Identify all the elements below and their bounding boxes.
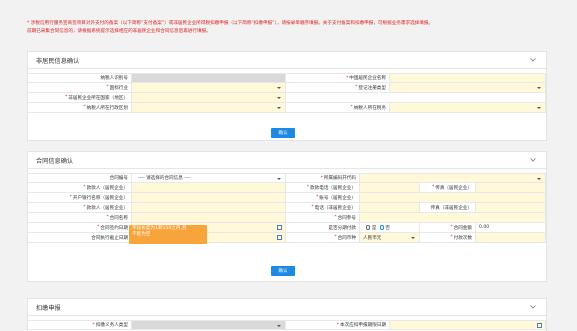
empty-field [390,93,546,102]
form-row: 纳税人识别号 * 中国居民企业名称 [28,73,546,83]
form-row: 合同编号 ---- 请选择的合同信息 ---- * 所属编码开代码 [28,173,546,183]
contract-name-field[interactable] [132,213,286,222]
account-field[interactable] [360,193,546,202]
nonresident-form: 纳税人识别号 * 中国居民企业名称 * 国标行业 * 登记注册类型 * 非居民企业所在国… [28,73,546,113]
fax-field[interactable] [476,183,546,192]
agent-type-label: * 扣缴义务人类型 [28,321,132,329]
payer-label: * 款款人（居民企业） [28,203,132,212]
tax-office-select[interactable] [390,103,546,112]
panel-header[interactable]: 扣缴申报 [28,299,546,316]
due-date-field[interactable] [390,321,546,329]
payer-fax-label: 传真（非居民企业） [420,203,476,212]
due-date-label: * 本次应扣申报期限日期 [286,321,390,329]
form-row: * 款款人（居民企业） * 电话（非居民企业） 传真（非居民企业） [28,203,546,213]
agent-type-select[interactable] [132,321,286,329]
form-row: * 合同名称 * 合同参号 [28,213,546,223]
withholding-form: * 扣缴义务人类型 * 本次应扣申报期限日期 [28,320,546,330]
withholding-panel: 扣缴申报 * 扣缴义务人类型 * 本次应扣申报期限日期 [27,298,547,331]
bank-field[interactable] [132,193,286,202]
payer-phone-label: * 电话（非居民企业） [286,203,360,212]
payee-label: * 款款人（居民企业） [28,183,132,192]
notice-line-2: 前期已采集合同信息的，请根据系统提示选择相应的非居民企业和合同信息后再进行填报。 [27,29,211,34]
confirm-button-2[interactable]: 确认 [271,266,295,276]
notice-line-1: * 涉税信用行服务宣商签项目对外支付的备案（以下简称“支付备案”）或非居民企业所… [27,21,434,26]
bank-label: * 开户银行名称（居民企业） [28,193,132,202]
fax-label: * 传真（居民企业） [420,183,476,192]
panel-title: 非居民信息确认 [36,57,80,65]
pay-times-field[interactable] [476,233,546,242]
admin-region-select[interactable] [132,103,286,112]
contract-ref-label: * 合同参号 [286,213,360,222]
payer-fax-field[interactable] [476,203,546,212]
taxpayer-id-label: 纳税人识别号 [28,74,132,82]
calendar-icon[interactable] [277,235,282,240]
contract-no-label: 合同编号 [28,174,132,182]
payee-field[interactable] [132,183,286,192]
currency-select[interactable]: 人民币元 [360,233,420,242]
installment-radio-group: 是 否 [360,223,420,232]
account-label: * 账号（居民企业） [286,193,360,202]
installment-label: 是否分期付款 [286,223,360,232]
panel-title: 扣缴申报 [36,304,61,312]
radio-yes-label: 是 [371,225,377,231]
form-row: * 款款人（居民企业） * 款款电话（居民企业） * 传真（居民企业） [28,183,546,193]
biz-code-label: * 所属编码开代码 [286,174,360,182]
contract-name-label: * 合同名称 [28,213,132,222]
panel-header[interactable]: 合同信息确认 [28,152,546,169]
contract-info-panel: 合同信息确认 合同编号 ---- 请选择的合同信息 ---- * 所属编码开代码 … [27,151,547,282]
contract-ref-field[interactable] [360,213,546,222]
panel-header[interactable]: 非居民信息确认 [28,52,546,69]
country-select[interactable] [132,93,286,102]
tax-office-label: * 纳税人所在税务 [286,103,390,112]
confirm-button-1[interactable]: 确认 [271,128,295,138]
form-row: 合同执行截止日期 * 合同币种 人民币元 * 付款次数 [28,233,546,243]
form-row: * 国标行业 * 登记注册类型 [28,83,546,93]
industry-label: * 国标行业 [28,83,132,92]
form-row: * 纳税人所在行政区划 * 纳税人所在税务 [28,103,546,113]
panel-title: 合同信息确认 [36,157,74,165]
validation-tooltip: 字段长度为1到150之内,且 不能为空 [129,225,207,244]
calendar-icon[interactable] [277,225,282,230]
cn-company-name-field[interactable] [390,74,546,82]
payee-phone-field[interactable] [360,183,420,192]
sign-date-label: * 合同签约日期 [28,223,132,232]
payer-field[interactable] [132,203,286,212]
registration-type-select[interactable] [390,83,546,92]
radio-yes[interactable] [366,225,371,230]
chevron-down-icon[interactable] [528,56,538,64]
notice-text: * 涉税信用行服务宣商签项目对外支付的备案（以下简称“支付备案”）或非居民企业所… [27,20,547,36]
admin-region-label: * 纳税人所在行政区划 [28,103,132,112]
form-row: * 开户银行名称（居民企业） * 账号（居民企业） [28,193,546,203]
exec-end-label: 合同执行截止日期 [28,233,132,242]
form-row: * 扣缴义务人类型 * 本次应扣申报期限日期 [28,320,546,330]
biz-code-select[interactable] [360,174,546,182]
payer-phone-field[interactable] [360,203,420,212]
payee-phone-label: * 款款电话（居民企业） [286,183,360,192]
form-row: * 非居民企业所在国家（地区） [28,93,546,103]
radio-no-label: 否 [385,225,390,231]
form-row: * 合同签约日期 是否分期付款 是 否 * 合同金额 0.00 [28,223,546,233]
amount-label: * 合同金额 [420,223,476,232]
chevron-down-icon[interactable] [528,156,538,164]
pay-times-label: * 付款次数 [420,233,476,242]
radio-no[interactable] [379,225,384,230]
industry-select[interactable] [132,83,286,92]
currency-label: * 合同币种 [286,233,360,242]
country-label: * 非居民企业所在国家（地区） [28,93,132,102]
chevron-down-icon[interactable] [528,303,538,311]
taxpayer-id-field[interactable] [132,74,286,82]
contract-select[interactable]: ---- 请选择的合同信息 ---- [132,174,286,182]
amount-field[interactable]: 0.00 [476,223,546,232]
calendar-icon[interactable] [537,323,542,328]
contract-form: 合同编号 ---- 请选择的合同信息 ---- * 所属编码开代码 * 款款人（居民… [28,173,546,243]
registration-type-label: * 登记注册类型 [286,83,390,92]
cn-company-name-label: * 中国居民企业名称 [286,74,390,82]
empty-label [286,93,390,102]
